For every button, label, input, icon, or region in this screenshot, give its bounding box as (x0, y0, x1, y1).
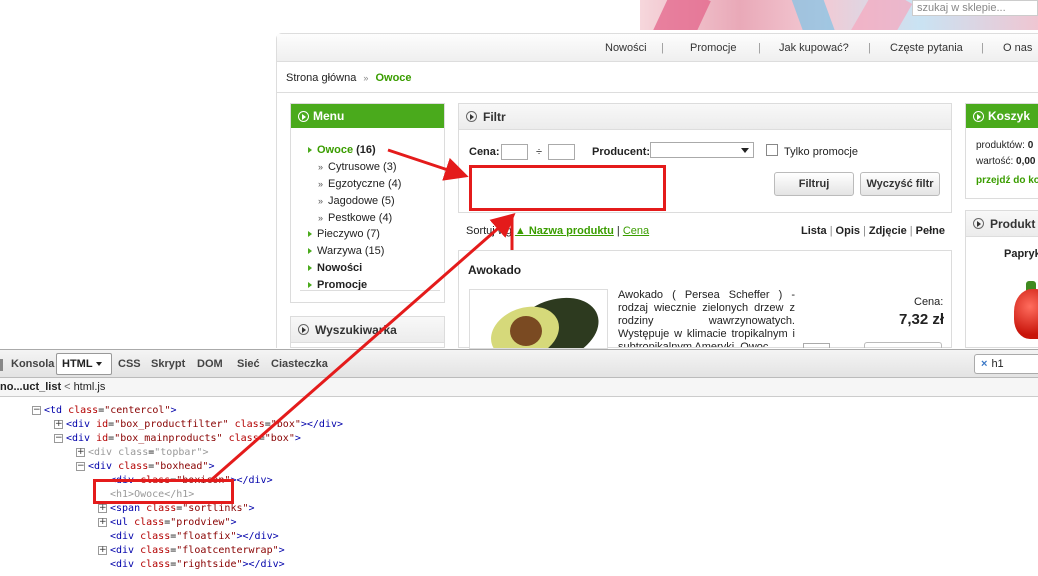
search-box: Wyszukiwarka (290, 316, 445, 348)
menu-item-owoce[interactable]: Owoce (16) (308, 144, 376, 156)
expand-icon: + (76, 446, 85, 457)
breadcrumb-node-current[interactable]: no...uct_list (0, 381, 61, 393)
top-navigation: Nowości | Promocje | Jak kupować? | Częs… (277, 34, 1038, 62)
menu-item-jagodowe[interactable]: » Jagodowe (5) (318, 195, 395, 207)
annotation-box-empty-heading (469, 165, 666, 211)
filter-button[interactable]: Filtruj (774, 172, 854, 196)
tree-node-floatfix[interactable]: <div class="floatfix"></div> (110, 530, 279, 543)
devtools-toolbar: Konsola HTML CSS Skrypt DOM Sieć Ciastec… (0, 349, 1038, 378)
breadcrumb-current: Owoce (375, 72, 412, 84)
menu-item-nowosci[interactable]: Nowości (308, 262, 362, 274)
price-label: Cena: (469, 146, 500, 158)
triangle-right-icon (308, 282, 312, 288)
price-min-input[interactable] (501, 144, 528, 160)
tree-node-prodview[interactable]: + <ul class="prodview"> (98, 516, 236, 529)
cart-header: Koszyk (966, 104, 1038, 128)
devtools-breadcrumb: no...uct_list < html.js (0, 378, 1038, 397)
tab-script[interactable]: Skrypt (151, 358, 185, 370)
nav-item-about[interactable]: O nas (1003, 42, 1032, 54)
tree-node-td-centercol[interactable]: − <td class="centercol"> (32, 404, 177, 417)
devtools-search-input[interactable]: × h1 (974, 354, 1038, 374)
expand-icon: + (98, 502, 107, 513)
nav-item-news[interactable]: Nowości (605, 42, 647, 54)
nav-item-faq[interactable]: Częste pytania (890, 42, 963, 54)
add-to-cart-button[interactable] (864, 342, 942, 348)
arrow-circle-icon (973, 218, 984, 229)
product-title[interactable]: Awokado (468, 263, 521, 277)
menu-item-pieczywo[interactable]: Pieczywo (7) (308, 228, 380, 240)
go-to-cart-link: przejdź do ko (976, 175, 1038, 186)
price-label: Cena: (914, 296, 944, 308)
producer-select[interactable] (650, 142, 754, 158)
view-desc-link[interactable]: Opis (836, 225, 860, 237)
menu-box: Menu Owoce (16) » Cytrusowe (3) » Egzotycz… (290, 103, 445, 303)
view-photo-link[interactable]: Zdjęcie (869, 225, 907, 237)
nav-item-promotions[interactable]: Promocje (690, 42, 736, 54)
tab-console[interactable]: Konsola (11, 358, 54, 370)
triangle-right-icon (308, 248, 312, 254)
arrow-circle-icon (298, 324, 309, 335)
collapse-icon: − (32, 404, 41, 415)
arrow-circle-icon (466, 111, 477, 122)
price-value: 7,32 zł (899, 311, 945, 328)
menu-item-cytrusowe[interactable]: » Cytrusowe (3) (318, 161, 397, 173)
breadcrumb: Strona główna » Owoce (286, 72, 412, 84)
tab-dom[interactable]: DOM (197, 358, 223, 370)
product-image[interactable] (469, 289, 608, 349)
expand-icon: + (98, 516, 107, 527)
product-description: Awokado ( Persea Scheffer ) - rodzaj wie… (618, 289, 795, 347)
triangle-right-icon (308, 147, 312, 153)
view-full-link[interactable]: Pełne (916, 225, 945, 237)
side-products-header: Produkt (966, 211, 1038, 237)
breadcrumb-node-html[interactable]: html.js (74, 381, 106, 393)
annotation-box-h1-node (93, 479, 234, 504)
side-product-name[interactable]: Papryk (1004, 248, 1038, 260)
menu-item-warzywa[interactable]: Warzywa (15) (308, 245, 384, 257)
tree-node-topbar[interactable]: + <div class="topbar"> (76, 446, 208, 459)
cart-box: Koszyk produktów: 0 wartość: 0,00 przejd… (965, 103, 1038, 199)
clear-filter-button[interactable]: Wyczyść filtr (860, 172, 940, 196)
tree-node-boxhead[interactable]: − <div class="boxhead"> (76, 460, 214, 473)
arrow-circle-icon (973, 111, 984, 122)
clear-search-icon: × (981, 358, 988, 370)
collapse-icon: − (76, 460, 85, 471)
grip-icon (0, 359, 3, 371)
tree-node-floatcenterwrap[interactable]: + <div class="floatcenterwrap"> (98, 544, 285, 557)
breadcrumb-home[interactable]: Strona główna (286, 72, 356, 84)
sort-by-price-link[interactable]: Cena (623, 225, 649, 237)
triangle-right-icon (308, 231, 312, 237)
expand-icon: + (98, 544, 107, 555)
pepper-image[interactable] (1014, 289, 1038, 339)
caret-down-icon (95, 362, 102, 367)
promo-only-checkbox[interactable] (766, 144, 778, 156)
tree-node-box-productfilter[interactable]: + <div id="box_productfilter" class="box"… (54, 418, 343, 431)
tab-net[interactable]: Sieć (237, 358, 260, 370)
producer-label: Producent: (592, 146, 651, 158)
expand-icon: + (54, 418, 63, 429)
filter-header: Filtr (459, 104, 951, 130)
nav-item-how-to-buy[interactable]: Jak kupować? (779, 42, 849, 54)
tab-css[interactable]: CSS (118, 358, 141, 370)
menu-item-pestkowe[interactable]: » Pestkowe (4) (318, 212, 392, 224)
quantity-input[interactable] (803, 343, 830, 348)
search-box-header: Wyszukiwarka (291, 317, 444, 343)
view-list-link[interactable]: Lista (801, 225, 827, 237)
view-switcher: Lista | Opis | Zdjęcie | Pełne (801, 225, 945, 237)
arrow-circle-icon (298, 111, 309, 122)
triangle-right-icon (308, 265, 312, 271)
price-max-input[interactable] (548, 144, 575, 160)
tree-node-rightside[interactable]: <div class="rightside"></div> (110, 558, 285, 571)
tab-html[interactable]: HTML (56, 353, 112, 375)
menu-item-egzotyczne[interactable]: » Egzotyczne (4) (318, 178, 401, 190)
tab-cookies[interactable]: Ciasteczka (271, 358, 328, 370)
menu-header: Menu (291, 104, 444, 128)
shop-search-input[interactable]: szukaj w sklepie... (912, 0, 1038, 16)
sort-links: Sortuj wg ▲ Nazwa produktu | Cena (466, 225, 650, 237)
collapse-icon: − (54, 432, 63, 443)
tree-node-box-mainproducts[interactable]: − <div id="box_mainproducts" class="box"> (54, 432, 301, 445)
side-products-box: Produkt Papryk (965, 210, 1038, 348)
sort-by-name-link[interactable]: ▲ Nazwa produktu (515, 225, 614, 237)
